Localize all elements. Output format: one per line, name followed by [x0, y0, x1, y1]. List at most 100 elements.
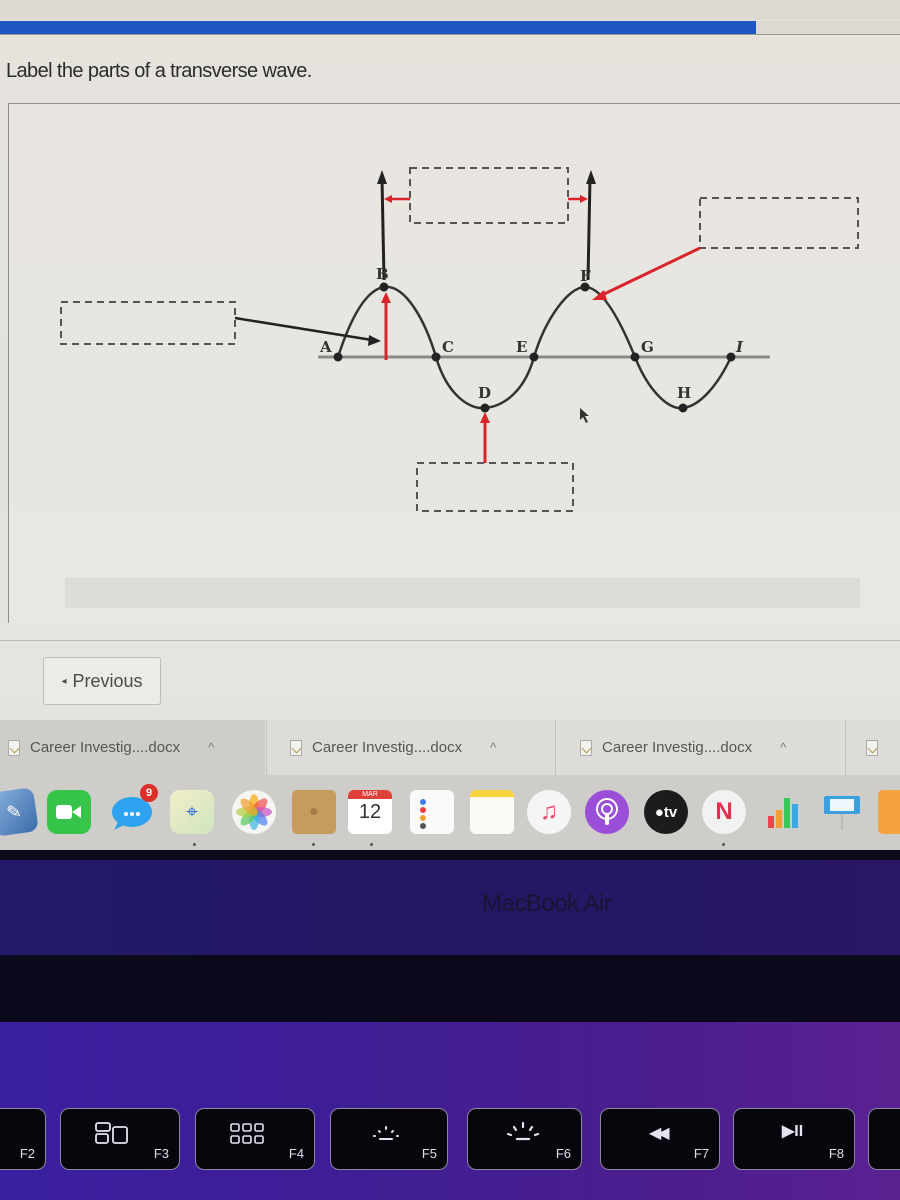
download-item-partial[interactable] [866, 720, 896, 775]
calendar-day: 12 [358, 801, 382, 823]
laptop-chin [0, 860, 900, 960]
music-note-icon: ♫ [540, 798, 558, 825]
key-label: F2 [19, 1146, 35, 1161]
label-h: H [677, 384, 691, 402]
label-d: D [478, 384, 491, 402]
key-f7[interactable]: ◀◀ F7 [600, 1108, 720, 1170]
calendar-month: MAR [348, 790, 392, 799]
running-indicator [312, 843, 315, 846]
label-g: G [641, 338, 654, 356]
rewind-icon: ◀◀ [649, 1125, 670, 1142]
key-f9-partial[interactable] [868, 1108, 900, 1170]
photos-icon [236, 794, 272, 830]
chevron-left-icon: ◂ [61, 675, 67, 687]
answer-box-top-right[interactable] [699, 197, 859, 249]
chevron-up-icon[interactable]: ^ [780, 740, 786, 755]
dock-app-tv[interactable]: ●tv [644, 790, 688, 834]
running-indicator [193, 843, 196, 846]
label-i: I [735, 338, 744, 356]
key-label: F7 [693, 1146, 709, 1161]
label-e: E [516, 338, 527, 356]
key-label: F8 [828, 1146, 844, 1161]
apple-tv-icon: ●tv [654, 803, 678, 821]
dock-app-preview[interactable]: ✎ [0, 787, 39, 837]
numbers-chart-icon [768, 798, 798, 828]
key-f8[interactable]: ▶II F8 [733, 1108, 855, 1170]
download-filename: Career Investig....docx [602, 739, 753, 756]
wave-curve [336, 285, 733, 410]
laptop-hinge [0, 955, 900, 1025]
screen-bezel [0, 850, 900, 860]
key-f3[interactable]: F3 [60, 1108, 180, 1170]
previous-button[interactable]: ◂ Previous [43, 657, 161, 705]
contacts-icon: ● [309, 803, 319, 820]
arrowhead [384, 195, 392, 203]
dock-app-reminders[interactable] [410, 790, 454, 834]
downloads-bar: Career Investig....docx ^ Career Investi… [0, 720, 900, 775]
point-e [529, 352, 539, 362]
answer-box-bottom[interactable] [416, 462, 574, 512]
running-indicator [722, 843, 725, 846]
facetime-icon [56, 805, 81, 819]
point-i [726, 352, 736, 362]
point-h [678, 403, 688, 413]
point-c [431, 352, 441, 362]
divider [0, 640, 900, 641]
keyboard-backlight-up-icon [506, 1121, 540, 1148]
dock-app-news[interactable]: N [702, 790, 746, 834]
dock-app-notes[interactable] [470, 790, 514, 834]
preview-icon: ✎ [5, 800, 23, 823]
reminders-icon [420, 799, 426, 829]
arrowhead [592, 290, 607, 300]
download-filename: Career Investig....docx [30, 739, 181, 756]
arrowhead [586, 170, 596, 184]
arrowhead [368, 335, 381, 346]
key-label: F3 [153, 1146, 169, 1161]
download-item[interactable]: Career Investig....docx ^ [290, 720, 550, 775]
dock-app-keynote[interactable] [820, 790, 864, 834]
answer-box-top-center[interactable] [409, 167, 569, 224]
previous-label: Previous [72, 670, 143, 691]
arrowhead [377, 170, 387, 184]
dock-app-calendar[interactable]: MAR 12 [348, 790, 392, 834]
label-f: F [580, 267, 591, 285]
key-label: F4 [288, 1146, 304, 1161]
chevron-up-icon[interactable]: ^ [208, 740, 214, 755]
point-a [333, 352, 343, 362]
key-f6[interactable]: F6 [467, 1108, 582, 1170]
dock-app-numbers[interactable] [762, 790, 806, 834]
dock-app-music[interactable]: ♫ [527, 790, 571, 834]
podcasts-icon [596, 798, 618, 825]
dock-app-messages[interactable]: 9 [110, 784, 158, 834]
maps-icon: ⌖ [186, 800, 198, 823]
dock-app-pages[interactable] [878, 790, 900, 834]
dock-app-photos[interactable] [232, 790, 276, 834]
key-f2[interactable]: F2 [0, 1108, 46, 1170]
arrowhead [381, 292, 391, 303]
download-item[interactable]: Career Investig....docx ^ [580, 720, 842, 775]
answer-box-left[interactable] [60, 301, 236, 345]
chevron-up-icon[interactable]: ^ [490, 740, 496, 755]
dock-app-podcasts[interactable] [585, 790, 629, 834]
notification-badge: 9 [140, 784, 158, 802]
keynote-icon [824, 796, 860, 830]
label-a: A [319, 338, 332, 356]
point-b [379, 282, 389, 292]
divider [266, 720, 267, 775]
dock-app-maps[interactable]: ⌖ [170, 790, 214, 834]
dock-app-contacts[interactable]: ● [292, 790, 336, 834]
document-icon [866, 739, 878, 756]
download-item[interactable]: Career Investig....docx ^ [0, 720, 265, 775]
point-g [630, 352, 640, 362]
pointer-arrow-crest [599, 246, 701, 298]
label-b: B [376, 265, 389, 283]
dock-app-facetime[interactable] [47, 790, 91, 834]
play-pause-icon: ▶II [782, 1123, 804, 1140]
launchpad-icon [230, 1123, 266, 1152]
document-icon [580, 739, 592, 756]
wavelength-marker-right [586, 177, 592, 281]
key-f4[interactable]: F4 [195, 1108, 315, 1170]
key-f5[interactable]: F5 [330, 1108, 448, 1170]
divider [555, 720, 556, 775]
keyboard-backlight-down-icon [371, 1125, 401, 1148]
